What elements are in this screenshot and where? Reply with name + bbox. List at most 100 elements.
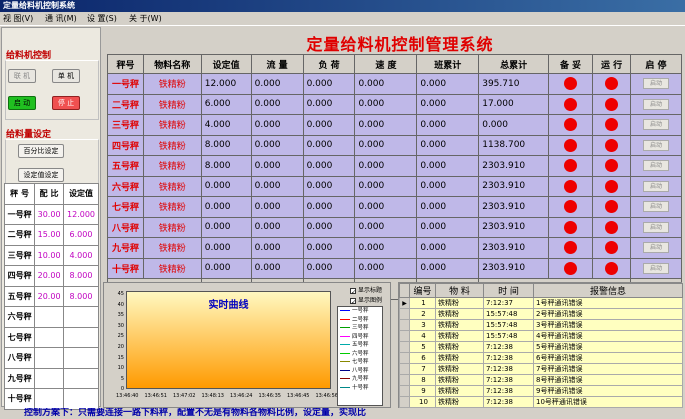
run-indicator [592,175,631,197]
legend-item: 十号秤 [338,384,382,393]
ratio-value[interactable] [34,326,64,348]
ratio-set-value[interactable] [63,347,99,369]
alarm-row[interactable]: 10 铁精粉 7:12:38 10号秤通讯错误 [399,396,683,408]
ratio-value[interactable] [34,388,64,410]
alarm-row[interactable]: 7 铁精粉 7:12:38 7号秤通讯错误 [399,363,683,375]
ratio-row: 六号秤 [3,306,99,328]
scale-name: 七号秤 [107,196,144,218]
material-name: 铁精粉 [142,134,202,156]
ratio-header: 秤 号 [3,183,36,205]
speed-value: 0.000 [354,134,418,156]
load-value: 0.000 [302,93,356,115]
speed-value: 0.000 [354,73,418,95]
row-indicator [399,330,410,342]
alarm-material: 铁精粉 [435,363,484,375]
shift-total: 0.000 [416,155,480,177]
speed-value: 0.000 [354,257,418,279]
ratio-scale: 三号秤 [3,244,36,266]
ratio-value[interactable] [34,347,64,369]
ratio-header: 配 比 [34,183,64,205]
row-start-button[interactable]: 启动 [642,160,669,172]
set-value: 8.000 [200,155,252,177]
percent-set-button[interactable]: 百分比设定 [18,144,64,158]
ratio-set-value[interactable] [63,367,99,389]
ready-indicator [548,155,594,177]
ready-indicator [548,257,594,279]
ready-light-icon [564,118,578,132]
ratio-value[interactable]: 20.00 [34,265,64,287]
ratio-value[interactable] [34,306,64,328]
legend-swatch [340,335,350,337]
load-value: 0.000 [302,114,356,136]
ratio-scale: 八号秤 [3,347,36,369]
single-button[interactable]: 单 机 [52,69,80,83]
alarm-message: 9号秤通讯错误 [533,385,683,397]
row-indicator [399,352,410,364]
alarm-message: 8号秤通讯错误 [533,374,683,386]
ratio-set-value[interactable]: 8.000 [63,285,99,307]
column-header: 设定值 [200,54,252,74]
start-stop-cell: 启动 [629,237,683,259]
start-stop-cell: 启动 [629,114,683,136]
ratio-value[interactable]: 15.00 [34,224,64,246]
legend-item: 一号秤 [338,307,382,316]
menu-settings[interactable]: 设 置(S) [84,12,126,26]
alarm-row[interactable]: 4 铁精粉 15:57:48 4号秤通讯错误 [399,330,683,342]
ratio-set-value[interactable] [63,326,99,348]
load-value: 0.000 [302,196,356,218]
value-set-button[interactable]: 设定值设定 [18,168,64,182]
y-tick-label: 35 [117,312,124,319]
alarm-material: 铁精粉 [435,352,484,364]
window-title: 定量给料机控制系统 [0,0,685,12]
stop-button[interactable]: 停 止 [52,96,80,110]
ratio-value[interactable]: 30.00 [34,203,64,225]
alarm-row[interactable]: 3 铁精粉 15:57:48 3号秤通讯错误 [399,319,683,331]
alarm-row[interactable]: 6 铁精粉 7:12:38 6号秤通讯错误 [399,352,683,364]
load-value: 0.000 [302,175,356,197]
row-start-button[interactable]: 启动 [642,262,669,274]
row-start-button[interactable]: 启动 [642,221,669,233]
alarm-row[interactable]: 2 铁精粉 15:57:48 2号秤通讯错误 [399,308,683,320]
legend-swatch [340,327,350,328]
menu-comm[interactable]: 通 讯(M) [42,12,84,26]
start-stop-cell: 启动 [629,216,683,238]
run-light-icon [605,200,619,214]
ratio-set-value[interactable] [63,388,99,410]
ratio-row: 七号秤 [3,326,99,348]
flow-value: 0.000 [250,175,304,197]
ratio-set-value[interactable] [63,306,99,328]
link-button[interactable]: 联 机 [8,69,36,83]
material-name: 铁精粉 [142,73,202,95]
ratio-scale: 十号秤 [3,388,36,410]
row-start-button[interactable]: 启动 [642,242,669,254]
row-start-button[interactable]: 启动 [642,201,669,213]
menu-about[interactable]: 关 于(W) [126,12,168,26]
ratio-set-value[interactable]: 6.000 [63,224,99,246]
ratio-scale: 六号秤 [3,306,36,328]
show-title-checkbox[interactable]: ✓ 显示标题 [350,285,382,296]
ratio-value[interactable] [34,367,64,389]
show-legend-checkbox[interactable]: ✓ 显示图例 [350,295,382,306]
ready-indicator [548,93,594,115]
row-start-button[interactable]: 启动 [642,180,669,192]
y-tick-label: 30 [117,322,124,329]
ratio-value[interactable]: 10.00 [34,244,64,266]
menu-view[interactable]: 视 图(V) [0,12,42,26]
row-start-button[interactable]: 启动 [642,98,669,110]
row-start-button[interactable]: 启动 [642,78,669,90]
alarm-row[interactable]: 5 铁精粉 7:12:38 5号秤通讯错误 [399,341,683,353]
row-start-button[interactable]: 启动 [642,119,669,131]
ratio-set-value[interactable]: 12.000 [63,203,99,225]
alarm-row[interactable]: 8 铁精粉 7:12:38 8号秤通讯错误 [399,374,683,386]
scale-table: 秤号 物料名称 设定值流 量负 荷速 度班累计 总累计备 妥运 行启 停 一号秤 铁精粉… [107,54,683,300]
alarm-row[interactable]: ▶ 1 铁精粉 7:12:37 1号秤通讯错误 [399,297,683,309]
scale-name: 五号秤 [107,155,144,177]
alarm-row[interactable]: 9 铁精粉 7:12:38 9号秤通讯错误 [399,385,683,397]
ratio-set-value[interactable]: 8.000 [63,265,99,287]
row-start-button[interactable]: 启动 [642,139,669,151]
ratio-value[interactable]: 20.00 [34,285,64,307]
start-button[interactable]: 启 动 [8,96,36,110]
ratio-set-value[interactable]: 4.000 [63,244,99,266]
x-tick-label: 13:46:45 [287,393,310,399]
alarm-id: 3 [409,319,436,331]
